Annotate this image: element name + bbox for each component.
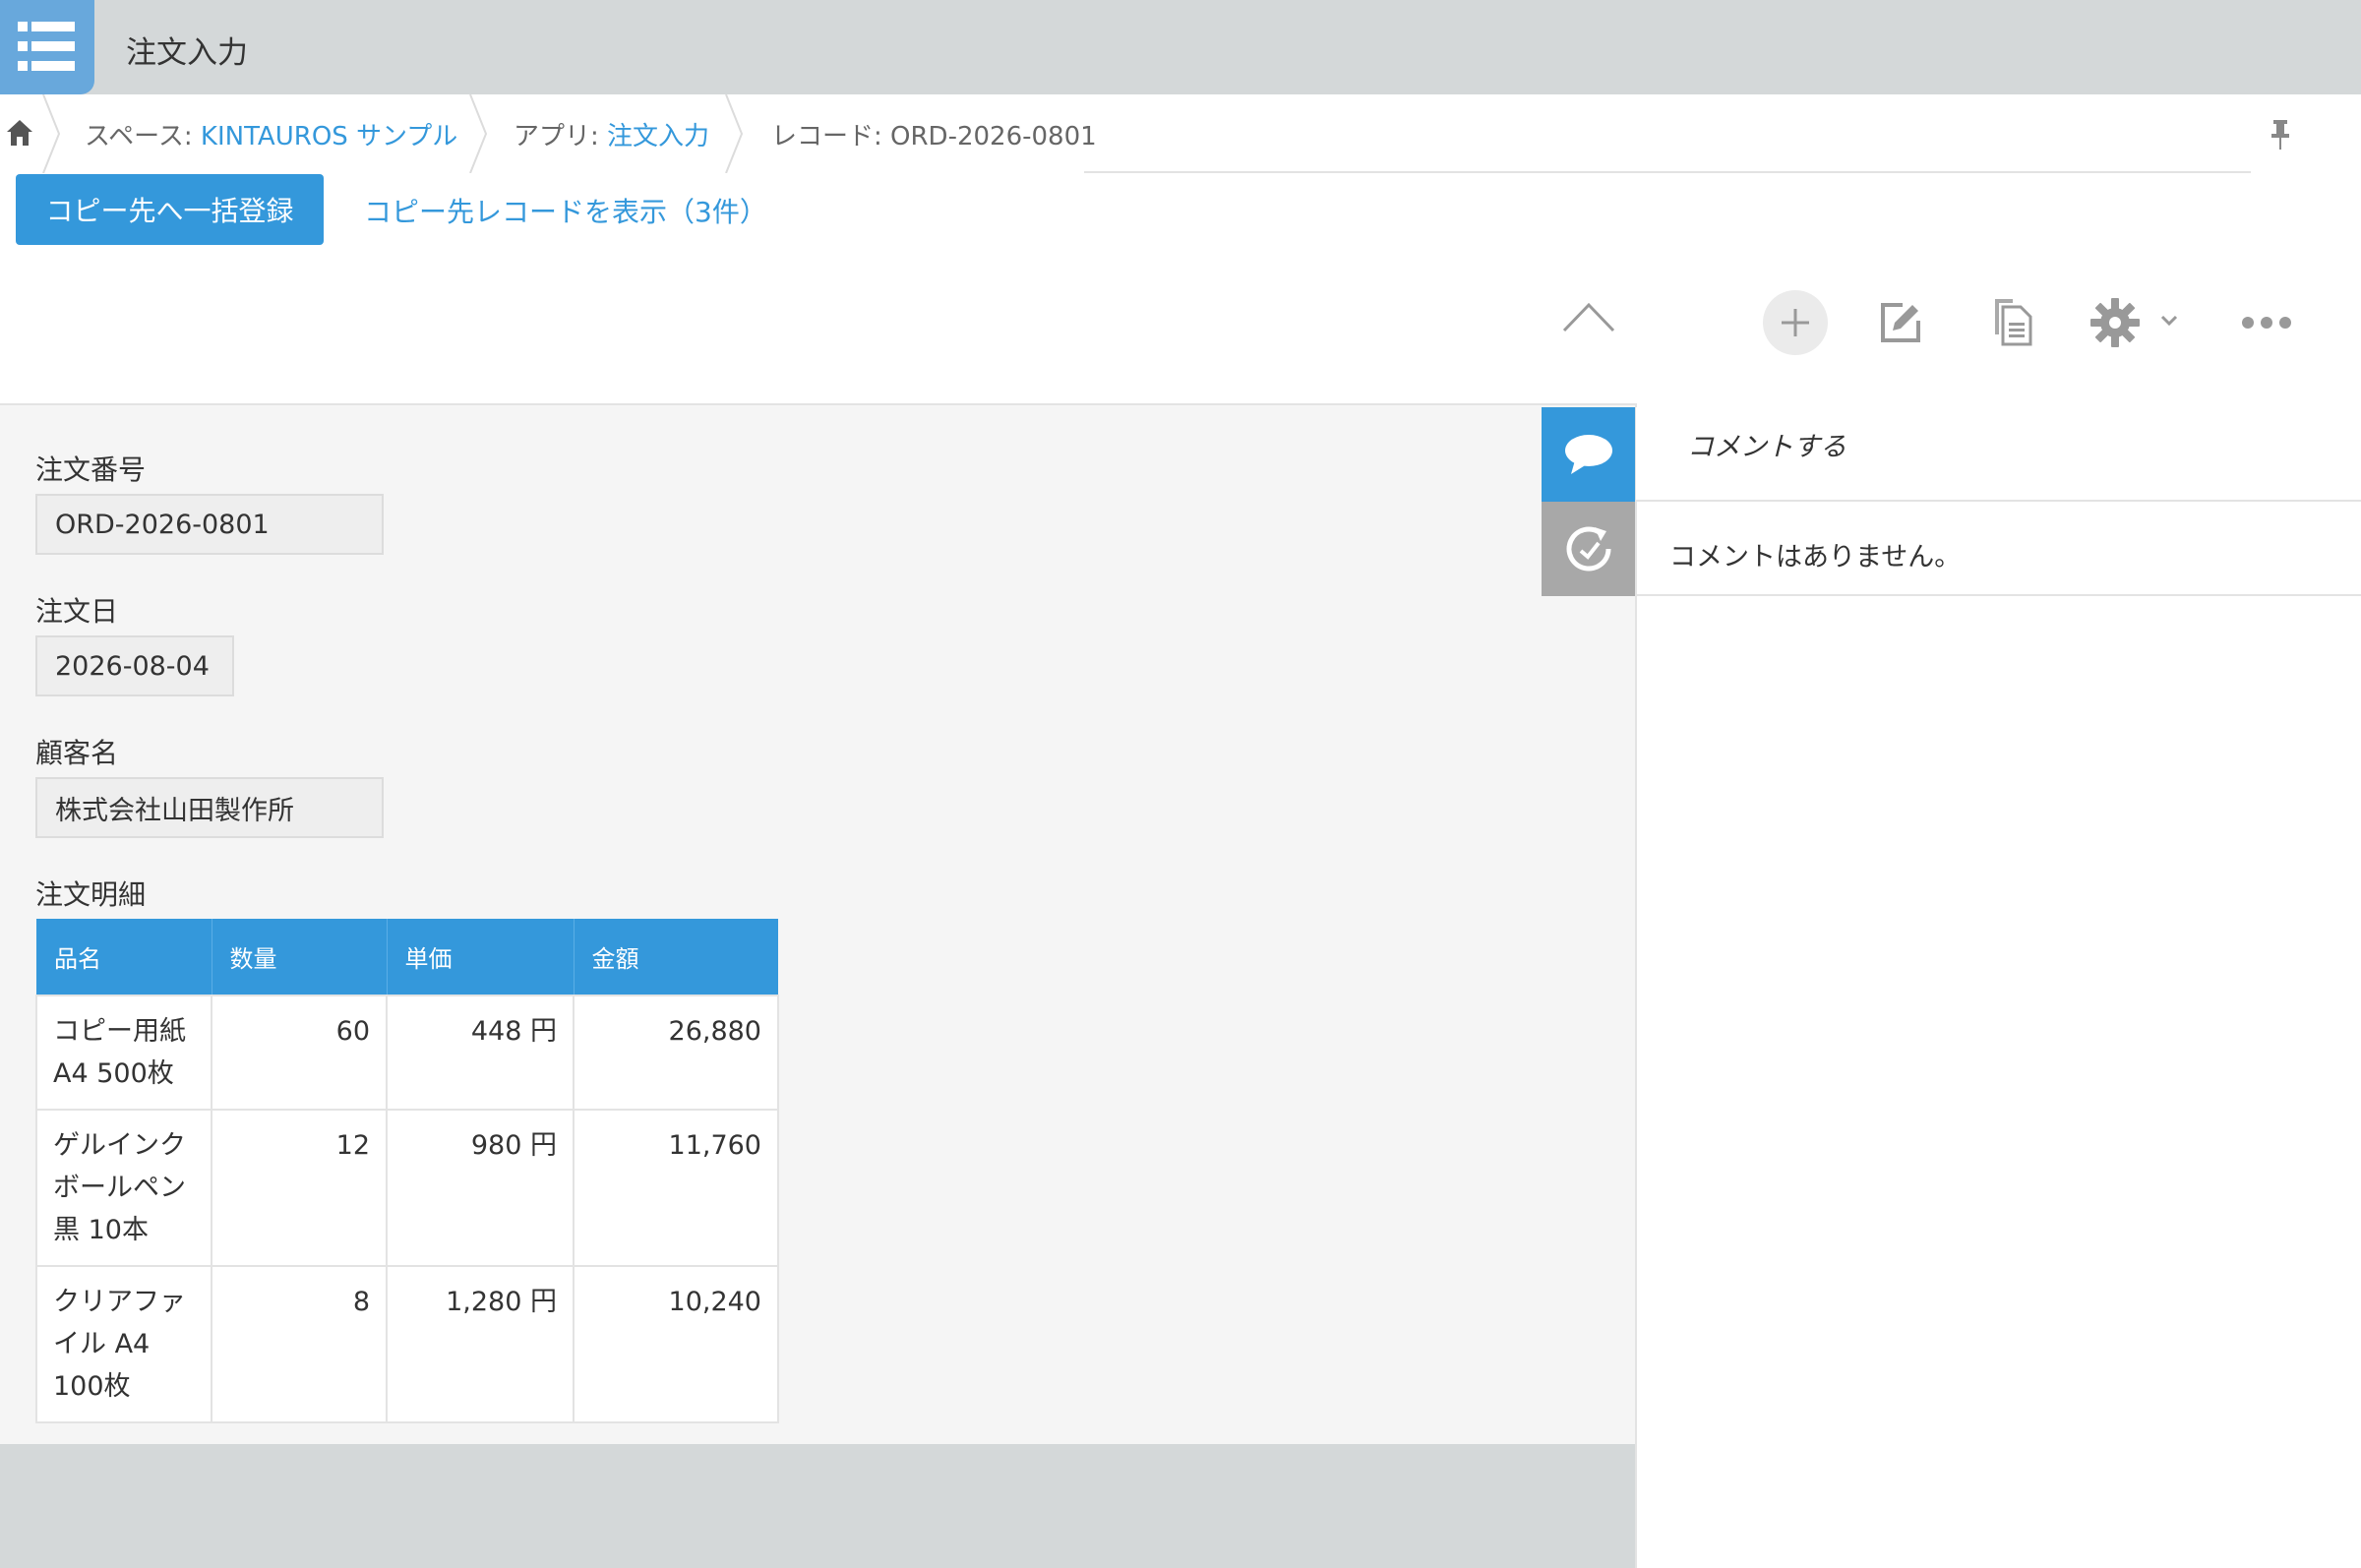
more-icon[interactable] [2241, 315, 2292, 331]
breadcrumb-separator-icon [725, 94, 744, 173]
quantity-cell: 60 [211, 995, 388, 1111]
order-date-value: 2026-08-04 [35, 635, 234, 696]
amount-cell: 11,760 [573, 1109, 779, 1267]
unit-price-cell: 1,280 円 [386, 1265, 575, 1423]
breadcrumb: スペース: KINTAUROS サンプル アプリ: 注文入力 レコード: ORD… [0, 94, 2361, 173]
item-name-cell: ゲルインク ボールペン黒 10本 [35, 1109, 212, 1267]
pin-icon[interactable] [2269, 118, 2292, 151]
order-number-label: 注文番号 [35, 453, 147, 486]
record-footer-area [0, 1444, 1635, 1568]
order-date-label: 注文日 [35, 595, 119, 628]
gear-icon[interactable] [2089, 297, 2141, 348]
unit-price-cell: 448 円 [386, 995, 575, 1111]
column-header-item: 品名 [36, 919, 212, 995]
table-row: クリアファ イル A4 100枚 8 1,280 円 10,240 [35, 1265, 779, 1423]
comment-input[interactable]: コメントする [1636, 407, 2361, 502]
item-name-cell: クリアファ イル A4 100枚 [35, 1265, 212, 1423]
duplicate-icon[interactable] [1991, 297, 2034, 346]
speech-bubble-icon [1565, 435, 1612, 474]
chevron-down-icon[interactable] [2160, 315, 2178, 327]
amount-cell: 26,880 [573, 995, 779, 1111]
breadcrumb-underline [1084, 171, 2251, 173]
app-list-icon[interactable] [0, 0, 94, 94]
table-row: ゲルインク ボールペン黒 10本 12 980 円 11,760 [35, 1109, 779, 1267]
customer-name-value: 株式会社山田製作所 [35, 777, 384, 838]
order-detail-table: 品名 数量 単価 金額 コピー用紙 A4 500枚 60 448 円 26,880… [35, 919, 779, 1423]
column-header-unit-price: 単価 [387, 919, 575, 995]
order-detail-label: 注文明細 [35, 878, 147, 911]
table-header-row: 品名 数量 単価 金額 [36, 919, 778, 995]
bulk-register-button[interactable]: コピー先へ一括登録 [16, 174, 324, 245]
no-comment-text: コメントはありません。 [1669, 542, 1962, 573]
column-header-quantity: 数量 [212, 919, 388, 995]
customer-name-label: 顧客名 [35, 737, 119, 769]
breadcrumb-space-link[interactable]: KINTAUROS サンプル [201, 122, 457, 151]
breadcrumb-app-link[interactable]: 注文入力 [607, 122, 709, 151]
quantity-cell: 12 [211, 1109, 388, 1267]
column-header-amount: 金額 [574, 919, 778, 995]
chevron-up-icon[interactable] [1562, 301, 1615, 332]
comment-list-empty: コメントはありません。 [1636, 504, 2361, 596]
app-header: 注文入力 [0, 0, 2361, 94]
breadcrumb-app[interactable]: アプリ: 注文入力 [514, 116, 709, 152]
order-number-value: ORD-2026-0801 [35, 494, 384, 555]
plus-icon [1782, 309, 1809, 336]
history-icon [1566, 526, 1611, 572]
breadcrumb-separator-icon [42, 94, 61, 173]
amount-cell: 10,240 [573, 1265, 779, 1423]
quantity-cell: 8 [211, 1265, 388, 1423]
comment-placeholder: コメントする [1687, 432, 1846, 462]
item-name-cell: コピー用紙 A4 500枚 [35, 995, 212, 1111]
breadcrumb-record: レコード: ORD-2026-0801 [771, 122, 1097, 151]
home-icon[interactable] [6, 118, 33, 148]
breadcrumb-separator-icon [469, 94, 488, 173]
edit-icon[interactable] [1877, 299, 1924, 346]
history-tab[interactable] [1542, 502, 1635, 596]
comment-tab[interactable] [1542, 407, 1635, 502]
table-row: コピー用紙 A4 500枚 60 448 円 26,880 [35, 995, 779, 1111]
app-title: 注文入力 [126, 35, 248, 71]
show-copies-link[interactable]: コピー先レコードを表示（3件） [364, 191, 767, 230]
unit-price-cell: 980 円 [386, 1109, 575, 1267]
add-record-button[interactable] [1763, 290, 1828, 355]
breadcrumb-space[interactable]: スペース: KINTAUROS サンプル [85, 116, 457, 152]
